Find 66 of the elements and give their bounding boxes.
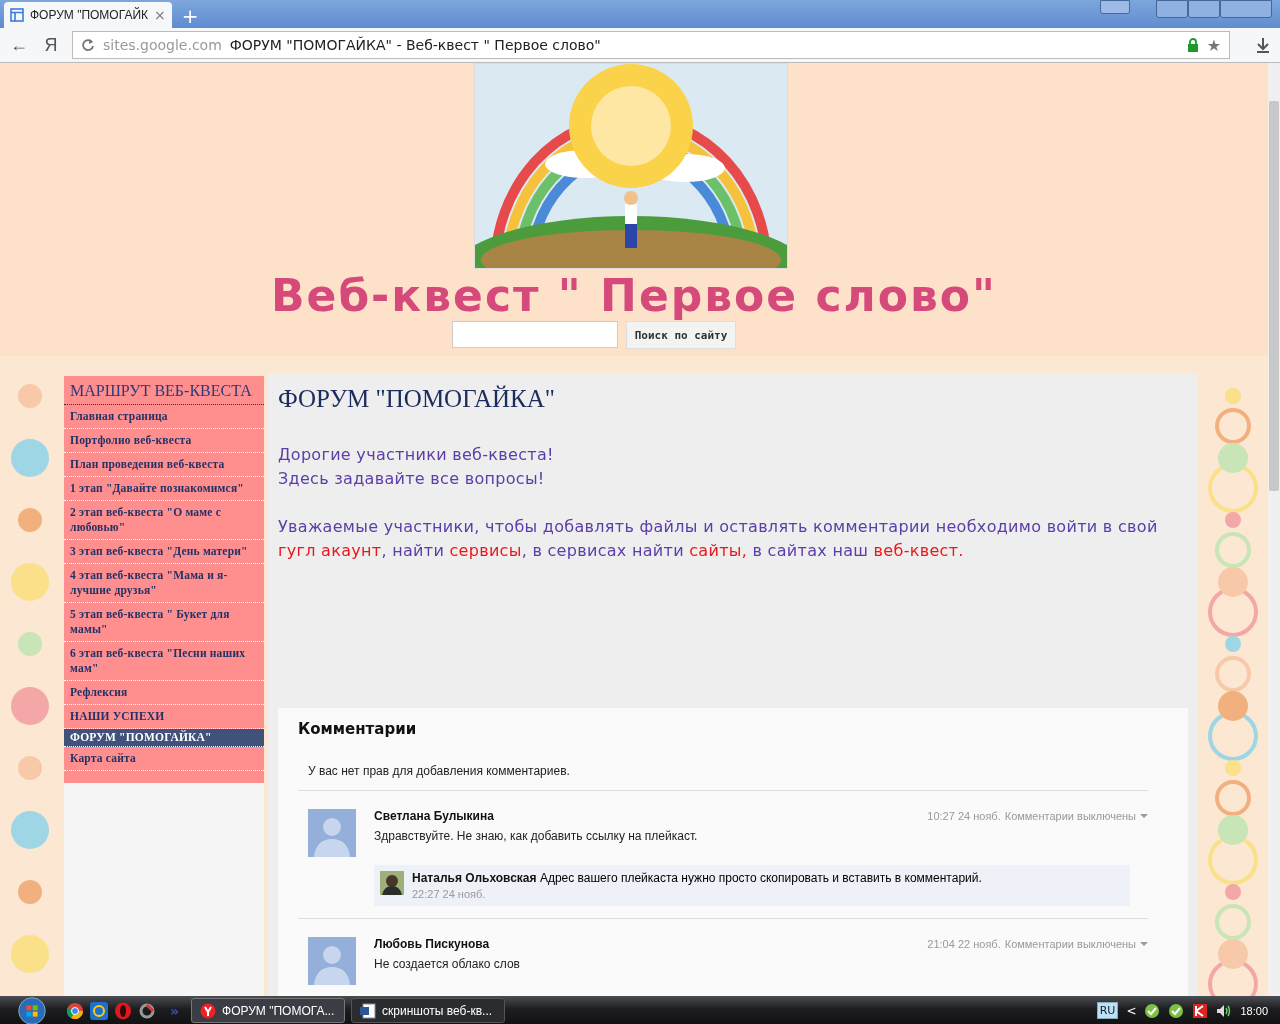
reply-author: Наталья Ольховская bbox=[412, 871, 537, 885]
mail-icon[interactable] bbox=[90, 1001, 108, 1020]
taskbar-button[interactable]: скриншоты веб-кв... bbox=[351, 998, 506, 1023]
sidebar-item[interactable]: Рефлексия bbox=[64, 681, 264, 705]
minimize-button[interactable] bbox=[1156, 0, 1188, 18]
menu-button[interactable] bbox=[1100, 0, 1130, 14]
chrome-icon[interactable] bbox=[66, 1001, 84, 1020]
sidebar-item[interactable]: Карта сайта bbox=[64, 747, 264, 771]
document-icon bbox=[360, 1002, 377, 1019]
page-heading: ФОРУМ "ПОМОГАЙКА" bbox=[278, 385, 556, 413]
yandex-button[interactable]: Я bbox=[40, 34, 62, 56]
comment-text: Не создается облако слов bbox=[374, 957, 521, 971]
yandex-browser-icon bbox=[200, 1002, 217, 1019]
sidebar-item[interactable]: 4 этап веб-квеста "Мама и я-лучшие друзья" bbox=[64, 564, 264, 603]
caret-icon[interactable] bbox=[1140, 813, 1148, 819]
language-indicator[interactable]: RU bbox=[1096, 1002, 1119, 1019]
reply-text: Адрес вашего плейкаста нужно просто скопировать и вставить в комментарий. bbox=[539, 871, 982, 885]
sidebar-item[interactable]: ФОРУМ "ПОМОГАЙКА" bbox=[64, 729, 264, 747]
sidebar-item[interactable]: План проведения веб-квеста bbox=[64, 453, 264, 477]
start-button[interactable] bbox=[18, 996, 46, 1024]
taskbar-button[interactable]: ФОРУМ "ПОМОГА... bbox=[191, 998, 346, 1023]
comment-author: Любовь Пискунова bbox=[374, 937, 490, 951]
paragraph: Здесь задавайте все вопросы! bbox=[278, 468, 546, 490]
sidebar-item[interactable]: 1 этап "Давайте познакомимся" bbox=[64, 477, 264, 501]
address-bar[interactable]: sites.google.com ФОРУМ "ПОМОГАЙКА" - Веб-квест " Первое слово" ★ bbox=[72, 31, 1230, 59]
comment-status: Комментарии выключены bbox=[1004, 810, 1136, 822]
clock: 18:00 bbox=[1240, 1004, 1268, 1017]
reply-time: 22:27 24 нояб. bbox=[412, 888, 487, 900]
avatar-icon bbox=[308, 937, 356, 985]
tab-close-button[interactable]: × bbox=[154, 7, 166, 23]
caret-icon[interactable] bbox=[1140, 941, 1148, 947]
site-title: Веб-квест " Первое слово" bbox=[271, 271, 997, 321]
opera-icon[interactable] bbox=[114, 1001, 132, 1020]
comment-author: Светлана Булыкина bbox=[374, 809, 494, 823]
back-button[interactable]: ← bbox=[8, 34, 30, 56]
tray-expand-button[interactable]: < bbox=[1126, 1003, 1137, 1018]
comment-status: Комментарии выключены bbox=[1004, 938, 1136, 950]
check-icon[interactable] bbox=[1168, 1002, 1185, 1019]
comments-title: Комментарии bbox=[298, 720, 418, 738]
page-icon bbox=[10, 8, 24, 22]
close-button[interactable] bbox=[1220, 0, 1272, 18]
sidebar-item[interactable]: 3 этап веб-квеста "День матери" bbox=[64, 540, 264, 564]
sidebar-title: МАРШРУТ ВЕБ-КВЕСТА bbox=[64, 376, 264, 405]
maximize-button[interactable] bbox=[1188, 0, 1220, 18]
search-field[interactable] bbox=[451, 321, 618, 348]
sidebar-item[interactable]: Портфолио веб-квеста bbox=[64, 429, 264, 453]
comment-time: 21:04 22 нояб. bbox=[927, 938, 1001, 950]
notice-text: У вас нет прав для добавления комментариев. bbox=[308, 764, 571, 778]
reload-icon[interactable] bbox=[81, 38, 95, 52]
sidebar-item[interactable]: 2 этап веб-квеста "О маме с любовью" bbox=[64, 501, 264, 540]
avatar-icon bbox=[380, 871, 404, 895]
sidebar-item[interactable]: Главная страница bbox=[64, 405, 264, 429]
bookmark-star-button[interactable]: ★ bbox=[1206, 35, 1221, 55]
paragraph: Дорогие участники веб-квеста! bbox=[278, 444, 555, 466]
comment-time: 10:27 24 нояб. bbox=[927, 810, 1001, 822]
app-icon[interactable] bbox=[138, 1001, 156, 1020]
check-icon[interactable] bbox=[1144, 1002, 1161, 1019]
tab-title[interactable]: ФОРУМ "ПОМОГАЙК bbox=[30, 8, 148, 22]
sidebar-item[interactable]: 5 этап веб-квеста " Букет для мамы" bbox=[64, 603, 264, 642]
comment-text: Здравствуйте. Не знаю, как добавить ссылку на плейкаст. bbox=[374, 829, 699, 843]
download-icon[interactable] bbox=[1254, 36, 1272, 54]
search-button[interactable]: Поиск по сайту bbox=[625, 321, 737, 349]
sidebar-item[interactable]: 6 этап веб-квеста "Песни наших мам" bbox=[64, 642, 264, 681]
new-tab-button[interactable]: + bbox=[181, 4, 199, 28]
paragraph: Уважаемые участники, чтобы добавлять файлы и оставлять комментарии необходимо войти в свой гугл акаунт, найти сервисы, в сервисах найти сайты, в сайтах наш веб-квест. bbox=[278, 516, 1159, 562]
avatar-icon bbox=[308, 809, 356, 857]
